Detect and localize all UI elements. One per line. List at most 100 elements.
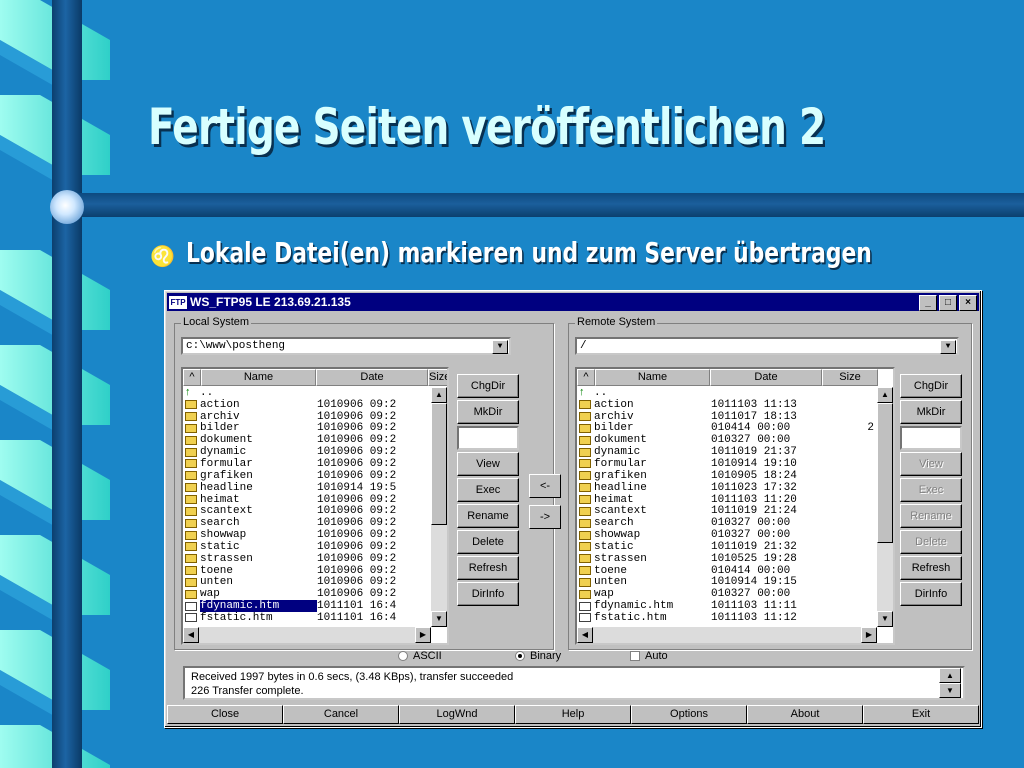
- cancel-button[interactable]: Cancel: [283, 705, 399, 724]
- remote-col-name[interactable]: Name: [595, 369, 710, 386]
- local-mkdir-button[interactable]: MkDir: [457, 400, 519, 424]
- remote-col-size[interactable]: Size: [822, 369, 878, 386]
- list-item[interactable]: showwap 1010906 09:2: [183, 529, 430, 541]
- list-item[interactable]: wap 010327 00:00: [577, 588, 874, 600]
- list-item[interactable]: heimat 1010906 09:2: [183, 494, 430, 506]
- chevron-down-icon[interactable]: ▼: [940, 340, 956, 354]
- binary-radio[interactable]: Binary: [515, 650, 561, 662]
- close-window-button[interactable]: ×: [959, 295, 977, 311]
- remote-horizontal-scrollbar[interactable]: ◀ ▶: [577, 627, 877, 643]
- list-item[interactable]: fstatic.htm 1011101 16:4: [183, 612, 430, 624]
- status-scroll-up-icon[interactable]: ▲: [939, 668, 961, 683]
- list-item[interactable]: grafiken 1010906 09:2: [183, 470, 430, 482]
- remote-view-button[interactable]: View: [900, 452, 962, 476]
- scroll-down-icon[interactable]: ▼: [431, 611, 447, 627]
- remote-delete-button[interactable]: Delete: [900, 530, 962, 554]
- list-item[interactable]: heimat 1011103 11:20: [577, 494, 874, 506]
- transfer-to-remote-button[interactable]: ->: [529, 505, 561, 529]
- remote-vertical-scrollbar[interactable]: ▲ ▼: [877, 387, 893, 627]
- list-item[interactable]: headline 1010914 19:5: [183, 482, 430, 494]
- auto-checkbox[interactable]: Auto: [630, 650, 668, 662]
- local-rename-button[interactable]: Rename: [457, 504, 519, 528]
- scroll-thumb[interactable]: [877, 403, 893, 543]
- list-item[interactable]: fstatic.htm 1011103 11:12: [577, 612, 874, 624]
- remote-file-list[interactable]: ^ Name Date Size ↑.. action 1011103 11:13 a…: [575, 367, 895, 645]
- list-item[interactable]: wap 1010906 09:2: [183, 588, 430, 600]
- local-chgdir-button[interactable]: ChgDir: [457, 374, 519, 398]
- list-item[interactable]: static 1010906 09:2: [183, 541, 430, 553]
- list-item[interactable]: archiv 1010906 09:2: [183, 411, 430, 423]
- about-button[interactable]: About: [747, 705, 863, 724]
- remote-exec-button[interactable]: Exec: [900, 478, 962, 502]
- local-dirinfo-button[interactable]: DirInfo: [457, 582, 519, 606]
- list-item[interactable]: scantext 1010906 09:2: [183, 505, 430, 517]
- help-button[interactable]: Help: [515, 705, 631, 724]
- local-exec-button[interactable]: Exec: [457, 478, 519, 502]
- remote-chgdir-button[interactable]: ChgDir: [900, 374, 962, 398]
- list-item[interactable]: action 1011103 11:13: [577, 399, 874, 411]
- list-item[interactable]: grafiken 1010905 18:24: [577, 470, 874, 482]
- list-item[interactable]: dynamic 1011019 21:37: [577, 446, 874, 458]
- list-item[interactable]: unten 1010906 09:2: [183, 576, 430, 588]
- scroll-left-icon[interactable]: ◀: [577, 627, 593, 643]
- maximize-button[interactable]: □: [939, 295, 957, 311]
- list-item[interactable]: bilder 010414 00:00 2: [577, 422, 874, 434]
- scroll-left-icon[interactable]: ◀: [183, 627, 199, 643]
- list-item[interactable]: search 010327 00:00: [577, 517, 874, 529]
- list-item[interactable]: scantext 1011019 21:24: [577, 505, 874, 517]
- local-delete-button[interactable]: Delete: [457, 530, 519, 554]
- list-item[interactable]: formular 1010906 09:2: [183, 458, 430, 470]
- local-col-size[interactable]: Size: [428, 369, 447, 386]
- list-item[interactable]: strassen 1010525 19:28: [577, 553, 874, 565]
- local-col-sort[interactable]: ^: [183, 369, 201, 386]
- list-item[interactable]: action 1010906 09:2: [183, 399, 430, 411]
- remote-refresh-button[interactable]: Refresh: [900, 556, 962, 580]
- list-item[interactable]: toene 010414 00:00: [577, 565, 874, 577]
- local-view-button[interactable]: View: [457, 452, 519, 476]
- status-log[interactable]: Received 1997 bytes in 0.6 secs, (3.48 K…: [183, 666, 965, 700]
- exit-button[interactable]: Exit: [863, 705, 979, 724]
- status-scroll-down-icon[interactable]: ▼: [939, 683, 961, 698]
- transfer-to-local-button[interactable]: <-: [529, 474, 561, 498]
- list-item[interactable]: static 1011019 21:32: [577, 541, 874, 553]
- list-item[interactable]: dokument 1010906 09:2: [183, 434, 430, 446]
- local-col-name[interactable]: Name: [201, 369, 316, 386]
- local-refresh-button[interactable]: Refresh: [457, 556, 519, 580]
- remote-col-date[interactable]: Date: [710, 369, 822, 386]
- close-button[interactable]: Close: [167, 705, 283, 724]
- local-horizontal-scrollbar[interactable]: ◀ ▶: [183, 627, 431, 643]
- list-item[interactable]: ↑..: [577, 387, 874, 399]
- list-item[interactable]: fdynamic.htm 1011103 11:11: [577, 600, 874, 612]
- window-titlebar[interactable]: FTP WS_FTP95 LE 213.69.21.135 _ □ ×: [167, 293, 979, 311]
- remote-rename-button[interactable]: Rename: [900, 504, 962, 528]
- scroll-up-icon[interactable]: ▲: [877, 387, 893, 403]
- scroll-thumb[interactable]: [431, 403, 447, 525]
- local-vertical-scrollbar[interactable]: ▲ ▼: [431, 387, 447, 627]
- ascii-radio[interactable]: ASCII: [398, 650, 442, 662]
- remote-path-combo[interactable]: / ▼: [575, 337, 959, 355]
- scroll-right-icon[interactable]: ▶: [861, 627, 877, 643]
- list-item[interactable]: formular 1010914 19:10: [577, 458, 874, 470]
- list-item[interactable]: archiv 1011017 18:13: [577, 411, 874, 423]
- scroll-up-icon[interactable]: ▲: [431, 387, 447, 403]
- options-button[interactable]: Options: [631, 705, 747, 724]
- remote-dirinfo-button[interactable]: DirInfo: [900, 582, 962, 606]
- logwnd-button[interactable]: LogWnd: [399, 705, 515, 724]
- scroll-right-icon[interactable]: ▶: [415, 627, 431, 643]
- local-path-combo[interactable]: c:\www\postheng ▼: [181, 337, 511, 355]
- remote-mkdir-input[interactable]: [900, 426, 962, 450]
- list-item[interactable]: ↑..: [183, 387, 430, 399]
- list-item[interactable]: toene 1010906 09:2: [183, 565, 430, 577]
- remote-mkdir-button[interactable]: MkDir: [900, 400, 962, 424]
- minimize-button[interactable]: _: [919, 295, 937, 311]
- local-col-date[interactable]: Date: [316, 369, 428, 386]
- list-item[interactable]: showwap 010327 00:00: [577, 529, 874, 541]
- list-item[interactable]: fdynamic.htm 1011101 16:4: [183, 600, 430, 613]
- list-item[interactable]: headline 1011023 17:32: [577, 482, 874, 494]
- list-item[interactable]: strassen 1010906 09:2: [183, 553, 430, 565]
- list-item[interactable]: bilder 1010906 09:2: [183, 422, 430, 434]
- list-item[interactable]: unten 1010914 19:15: [577, 576, 874, 588]
- local-file-list[interactable]: ^ Name Date Size ↑..action1010906 09:2ar…: [181, 367, 449, 645]
- local-mkdir-input[interactable]: [457, 426, 519, 450]
- scroll-down-icon[interactable]: ▼: [877, 611, 893, 627]
